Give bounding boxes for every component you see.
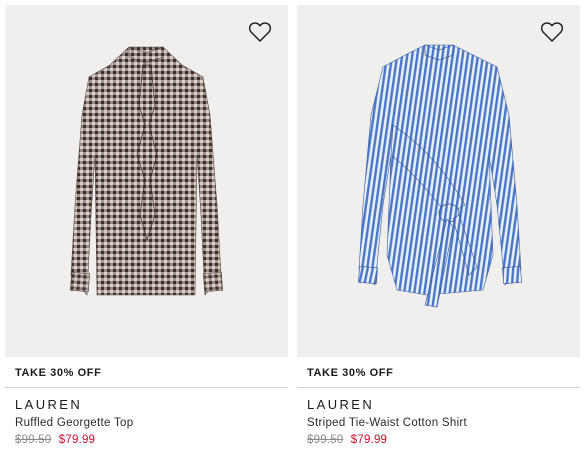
price-row: $99.50 $79.99 bbox=[307, 434, 387, 446]
product-card[interactable]: TAKE 30% OFF LAUREN Ruffled Georgette To… bbox=[5, 5, 288, 452]
promo-label: TAKE 30% OFF bbox=[307, 367, 394, 379]
sale-price: $79.99 bbox=[350, 434, 388, 446]
divider bbox=[5, 387, 288, 388]
product-grid: TAKE 30% OFF LAUREN Ruffled Georgette To… bbox=[0, 0, 585, 452]
divider bbox=[297, 387, 580, 388]
product-image[interactable] bbox=[297, 5, 580, 357]
product-name[interactable]: Ruffled Georgette Top bbox=[15, 417, 133, 429]
price-row: $99.50 $79.99 bbox=[15, 434, 95, 446]
heart-outline-icon[interactable] bbox=[248, 21, 272, 43]
sale-price: $79.99 bbox=[58, 434, 96, 446]
product-name[interactable]: Striped Tie-Waist Cotton Shirt bbox=[307, 417, 467, 429]
striped-shirt-image bbox=[358, 44, 522, 308]
heart-outline-icon[interactable] bbox=[540, 21, 564, 43]
gingham-blouse-image bbox=[70, 46, 223, 296]
promo-label: TAKE 30% OFF bbox=[15, 367, 102, 379]
product-card[interactable]: TAKE 30% OFF LAUREN Striped Tie-Waist Co… bbox=[297, 5, 580, 452]
brand-name: LAUREN bbox=[15, 397, 83, 412]
brand-name: LAUREN bbox=[307, 397, 375, 412]
original-price: $99.50 bbox=[15, 434, 52, 446]
product-image[interactable] bbox=[5, 5, 288, 357]
original-price: $99.50 bbox=[307, 434, 344, 446]
